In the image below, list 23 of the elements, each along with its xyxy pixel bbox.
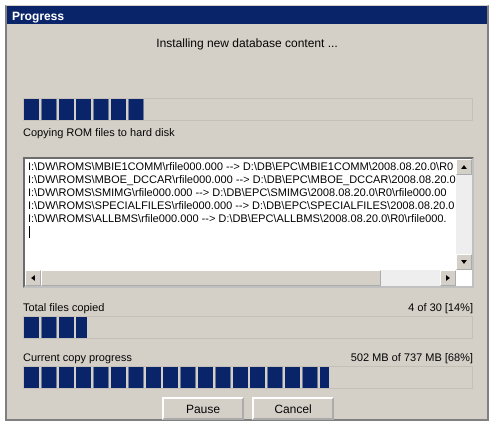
log-line: I:\DW\ROMS\ALLBMS\rfile000.000 --> D:\DB\EPC\ALLBMS\2008.08.20.0\R0\rfile000. (28, 213, 448, 226)
log-line: I:\DW\ROMS\SMIMG\rfile000.000 --> D:\DB\EPC\SMIMG\2008.08.20.0\R0\rfile000.00 (28, 187, 448, 200)
window-title: Progress (7, 6, 487, 24)
scroll-left-button[interactable] (25, 270, 41, 286)
total-reading: 4 of 30 [14%] (408, 302, 473, 314)
pause-button[interactable]: Pause (162, 397, 244, 420)
log-line: I:\DW\ROMS\MBOE_DCCAR\rfile000.000 --> D:\DB\EPC\MBOE_DCCAR\2008.08.20.0 (28, 174, 453, 187)
log-line: I:\DW\ROMS\MBIE1COMM\rfile000.000 --> D:\DB\EPC\MBIE1COMM\2008.08.20.0\R0 (28, 161, 453, 174)
status-heading: Installing new database content ... (156, 36, 338, 50)
scroll-up-button[interactable] (456, 159, 472, 175)
scroll-right-button[interactable] (440, 270, 456, 286)
total-label: Total files copied (23, 302, 104, 314)
current-label: Current copy progress (23, 352, 132, 364)
arrow-icon (460, 163, 468, 171)
current-reading: 502 MB of 737 MB [68%] (350, 352, 473, 364)
log-line: I:\DW\ROMS\SPECIALFILES\rfile000.000 --> D:\DB\EPC\SPECIALFILES\2008.08.20.0 (28, 200, 453, 213)
scrollbar-thumb[interactable] (41, 270, 381, 286)
stage-label: Copying ROM files to hard disk (23, 127, 176, 139)
arrow-icon (29, 274, 37, 282)
scroll-down-button[interactable] (456, 254, 472, 270)
cancel-button[interactable]: Cancel (252, 397, 334, 420)
log-textbox[interactable] (23, 157, 474, 288)
text-cursor (29, 226, 30, 238)
